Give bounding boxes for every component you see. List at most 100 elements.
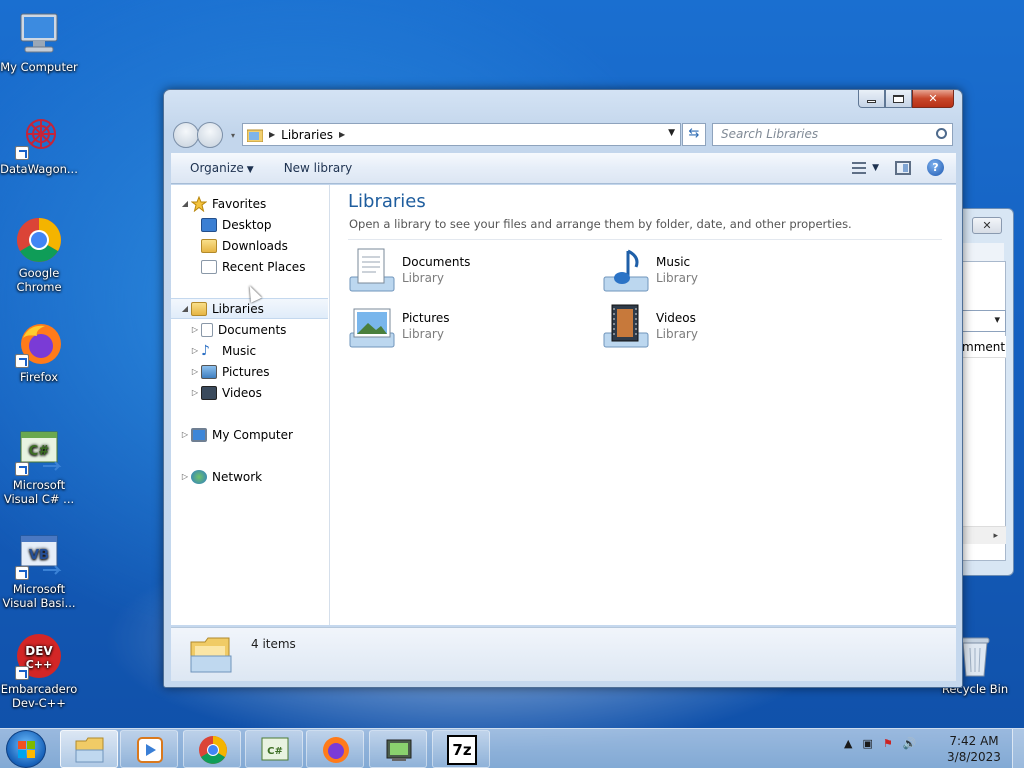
nav-label: Libraries [212,301,264,316]
change-view-button[interactable]: ▼ [852,161,879,174]
history-buttons [173,122,223,148]
back-button[interactable] [173,122,199,148]
devcpp-icon: DEV C++ [15,632,63,680]
taskbar-firefox[interactable] [306,730,364,768]
taskbar: C# 7z ▲ ▣ ⚑ 🔊 7:42 AM 3/8/2023 [0,728,1024,768]
volume-icon[interactable]: 🔊 [903,737,917,750]
desktop-icon-google-chrome[interactable]: Google Chrome [0,216,78,294]
file-list-pane[interactable]: Libraries Open a library to see your fil… [330,185,956,625]
expand-arrow-icon[interactable]: ▷ [179,430,191,439]
library-item-documents[interactable]: Documents Library [348,247,470,295]
nav-music[interactable]: ▷ ♪ Music [189,340,256,361]
navigation-pane[interactable]: ◢ Favorites Desktop Downloads Recent Pla… [171,185,330,625]
videos-icon [201,385,217,400]
dialog-dropdown[interactable] [962,310,1006,332]
desktop-icon-visual-basic[interactable]: VB Microsoft Visual Basi... [0,532,78,610]
firefox-icon [15,320,63,368]
library-name: Pictures [402,311,450,325]
chevron-down-icon: ▼ [246,165,254,175]
nav-downloads[interactable]: Downloads [201,235,288,256]
details-pane: 4 items [171,627,956,681]
library-kind: Library [656,327,698,341]
expand-arrow-icon[interactable]: ▷ [189,346,201,355]
nav-label: Downloads [222,238,288,253]
videos-library-icon [602,303,652,351]
shortcut-arrow-icon [15,462,29,476]
close-icon[interactable]: ✕ [972,217,1002,234]
desktop-icon-firefox[interactable]: Firefox [0,320,78,384]
network-status-icon[interactable]: ▣ [862,737,872,750]
nav-desktop[interactable]: Desktop [201,214,272,235]
taskbar-explorer[interactable] [60,730,118,768]
library-item-videos[interactable]: Videos Library [602,303,698,351]
taskbar-chrome[interactable] [183,730,241,768]
action-center-flag-icon[interactable]: ⚑ [883,737,893,750]
clock[interactable]: 7:42 AM 3/8/2023 [944,733,1004,765]
media-player-icon [135,735,165,765]
taskbar-device-app[interactable] [369,730,427,768]
nav-pictures[interactable]: ▷ Pictures [189,361,270,382]
explorer-window[interactable]: ✕ ▾ ▶ Libraries ▶ ▼ ⇆ Search Libraries O… [163,89,963,688]
minimize-button[interactable] [858,90,885,108]
maximize-button[interactable] [885,90,912,108]
taskbar-media-player[interactable] [120,730,178,768]
star-icon [191,195,207,212]
preview-pane-icon[interactable] [895,160,911,175]
show-desktop-button[interactable] [1012,729,1024,768]
desktop-icon-datawagon[interactable]: DataWagon... [0,112,78,176]
desktop-icon-visual-csharp[interactable]: C# Microsoft Visual C# ... [0,428,78,506]
new-library-button[interactable]: New library [273,161,364,175]
expand-arrow-icon[interactable]: ▷ [179,472,191,481]
expand-arrow-icon[interactable]: ▷ [189,388,201,397]
nav-videos[interactable]: ▷ Videos [189,382,262,403]
libraries-icon [191,301,207,316]
expand-arrow-icon[interactable]: ◢ [179,199,191,208]
desktop-icon [201,217,217,232]
column-header[interactable]: mment [962,336,1006,358]
nav-recent-places[interactable]: Recent Places [201,256,305,277]
horizontal-scrollbar[interactable]: ▸ [962,526,1006,544]
expand-arrow-icon[interactable]: ▷ [189,367,201,376]
desktop-icon-my-computer[interactable]: My Computer [0,10,78,74]
visual-basic-icon: VB [15,532,63,580]
search-input[interactable]: Search Libraries [712,123,953,146]
desktop-icon-label: Firefox [19,370,59,384]
library-kind: Library [402,271,444,285]
taskbar-7zip[interactable]: 7z [432,730,490,768]
svg-text:VB: VB [29,548,49,563]
expand-arrow-icon[interactable]: ◢ [179,304,191,313]
recent-pages-chevron-down-icon[interactable]: ▾ [231,131,235,140]
nav-label: Music [222,343,257,358]
nav-documents[interactable]: ▷ Documents [189,319,286,340]
background-dialog[interactable]: ✕ mment ▸ [962,208,1014,576]
page-title: Libraries [348,191,426,212]
breadcrumb-libraries[interactable]: Libraries [281,128,333,142]
desktop-icon-label: Microsoft Visual Basi... [2,582,76,610]
nav-label: Videos [222,385,262,400]
organize-button[interactable]: Organize ▼ [179,161,265,175]
desktop-icon-devcpp[interactable]: DEV C++ Embarcadero Dev-C++ [0,632,78,710]
start-button[interactable] [6,730,46,768]
pictures-library-icon [348,303,398,351]
maximize-icon [893,94,904,103]
nav-my-computer[interactable]: ▷ My Computer [179,424,293,445]
library-item-music[interactable]: Music Library [602,247,698,295]
address-bar[interactable]: ▶ Libraries ▶ ▼ [242,123,681,146]
nav-network[interactable]: ▷ Network [179,466,262,487]
expand-arrow-icon[interactable]: ▷ [189,325,201,334]
refresh-button[interactable]: ⇆ [682,123,706,146]
library-item-pictures[interactable]: Pictures Library [348,303,450,351]
help-icon[interactable]: ? [927,159,944,176]
dialog-strip [962,243,1004,261]
breadcrumb-separator-icon[interactable]: ▶ [269,130,275,139]
pictures-icon [201,364,217,379]
close-button[interactable]: ✕ [912,90,954,108]
breadcrumb-separator-icon[interactable]: ▶ [339,130,345,139]
computer-icon [15,10,63,58]
taskbar-visual-csharp[interactable]: C# [245,730,303,768]
address-dropdown-icon[interactable]: ▼ [668,128,675,138]
show-hidden-icons-icon[interactable]: ▲ [844,737,852,750]
forward-button[interactable] [197,122,223,148]
nav-favorites[interactable]: ◢ Favorites [179,193,266,214]
downloads-folder-icon [201,238,217,253]
